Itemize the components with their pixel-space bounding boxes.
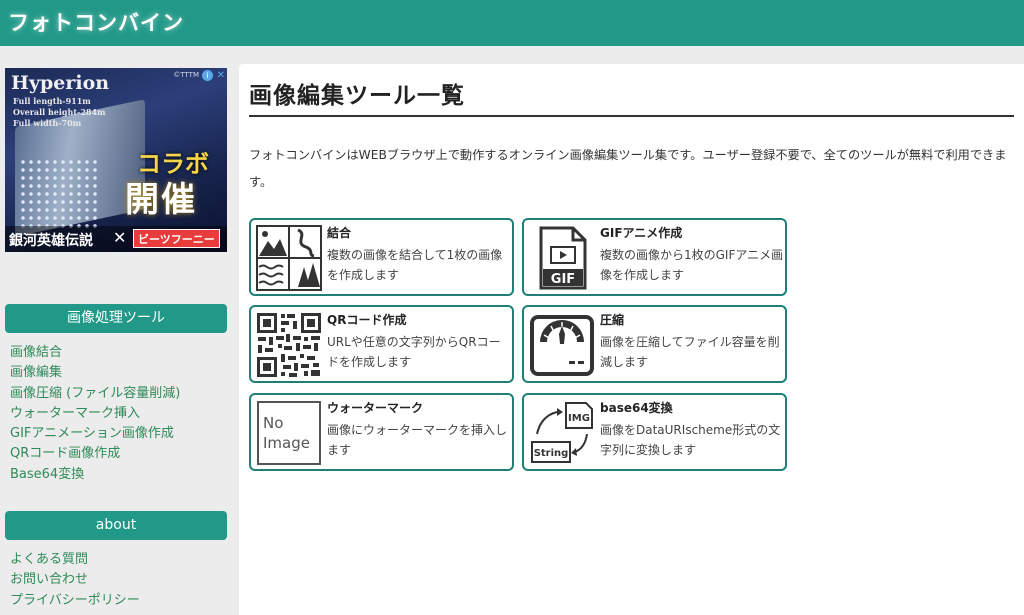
tool-card-title: QRコード作成 [327,313,407,327]
sidebar: Hyperion Full length-911m Overall height… [5,68,227,611]
gif-file-icon: GIF [539,226,587,290]
tool-card-title: 結合 [327,226,352,240]
ad-specs: Full length-911m Overall height-284m Ful… [13,96,106,129]
sidebar-link-watermark[interactable]: ウォーターマーク挿入 [10,404,227,424]
ad-ship-detail [19,158,99,228]
tool-card-description: 画像にウォーターマークを挿入します [327,423,508,457]
no-image-icon: No Image [257,401,321,465]
site-logo[interactable]: フォトコンバイン [8,7,184,37]
sidebar-link-qrcode[interactable]: QRコード画像作成 [10,444,227,464]
intro-text: フォトコンバインはWEBブラウザ上で動作するオンライン画像編集ツール集です。ユー… [249,148,1007,189]
sidebar-tool-links: 画像結合 画像編集 画像圧縮 (ファイル容量削減) ウォーターマーク挿入 GIF… [5,343,227,485]
ad-spec-line: Full length-911m [13,96,91,106]
tool-card-description: 画像をDataURIscheme形式の文字列に変換します [600,423,781,457]
tool-card-watermark[interactable]: No Image ウォーターマーク 画像にウォーターマークを挿入します [249,393,514,471]
tool-card-description: 複数の画像から1枚のGIFアニメ画像を作成します [600,248,784,282]
no-image-text-no: No [263,414,283,432]
sidebar-link-edit[interactable]: 画像編集 [10,363,227,383]
image-grid-icon [256,225,322,291]
tool-card-description: 画像を圧縮してファイル容量を削減します [600,335,780,369]
ad-event-text: 開催 [125,180,197,220]
advertisement-banner[interactable]: Hyperion Full length-911m Overall height… [5,68,227,252]
ad-title: Hyperion [11,72,110,94]
img-icon-label: IMG [568,413,590,424]
scale-icon [530,315,594,376]
sidebar-link-privacy[interactable]: プライバシーポリシー [10,591,227,611]
tool-card-gif[interactable]: GIF GIFアニメ作成 複数の画像から1枚のGIFアニメ画像を作成します [522,218,787,296]
gif-icon-label: GIF [551,272,575,287]
no-image-text-image: Image [263,434,310,452]
tool-card-description: 複数の画像を結合して1枚の画像を作成します [327,248,503,282]
tool-card-base64[interactable]: IMG String base64変換 画像をDataURIscheme形式の文… [522,393,787,471]
sidebar-link-compress[interactable]: 画像圧縮 (ファイル容量削減) [10,384,227,404]
convert-icon: IMG String [531,402,593,463]
tool-card-qrcode[interactable]: QRコード作成 URLや任意の文字列からQRコードを作成します [249,305,514,383]
tool-card-title: GIFアニメ作成 [600,226,683,240]
ad-x-mark: ✕ [113,228,127,247]
sidebar-link-base64[interactable]: Base64変換 [10,465,227,485]
sidebar-about-links: よくある質問 お問い合わせ プライバシーポリシー [5,550,227,611]
page-title: 画像編集ツール一覧 [249,83,465,109]
tool-card-title: 圧縮 [600,313,625,327]
tool-card-title: base64変換 [600,401,673,415]
ad-partner-logo: ビーツフーニー [133,229,220,248]
ad-spec-line: Overall height-284m [13,107,106,117]
sidebar-link-contact[interactable]: お問い合わせ [10,570,227,590]
title-divider [249,115,1014,117]
tool-card-description: URLや任意の文字列からQRコードを作成します [327,335,501,369]
sidebar-link-combine[interactable]: 画像結合 [10,343,227,363]
ad-close-icon[interactable]: ✕ [217,70,225,81]
qr-code-icon [257,313,321,377]
string-icon-label: String [534,448,569,459]
main-content: 画像編集ツール一覧 フォトコンバインはWEBブラウザ上で動作するオンライン画像編… [239,64,1024,615]
site-header: フォトコンバイン [0,0,1024,46]
tool-card-combine[interactable]: 結合 複数の画像を結合して1枚の画像を作成します [249,218,514,296]
sidebar-link-gif[interactable]: GIFアニメーション画像作成 [10,424,227,444]
ad-info-icon[interactable]: i [202,70,213,81]
sidebar-heading-about: about [5,511,227,541]
ad-hero-title: 銀河英雄伝説 [9,233,93,249]
sidebar-link-faq[interactable]: よくある質問 [10,550,227,570]
ad-spec-line: Full width-70m [13,118,82,128]
ad-copyright: ©TTTM [173,71,199,79]
ad-copyright-text: ©TTTM [173,71,199,79]
sidebar-heading-tools: 画像処理ツール [5,304,227,333]
tool-card-title: ウォーターマーク [327,401,424,415]
tool-card-compress[interactable]: 圧縮 画像を圧縮してファイル容量を削減します [522,305,787,383]
